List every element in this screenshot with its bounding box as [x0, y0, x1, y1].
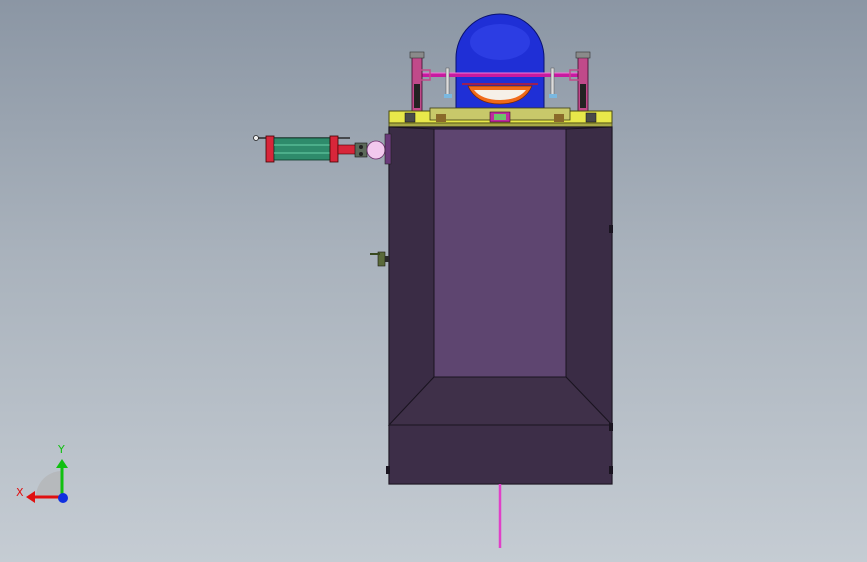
cylinder-ball-joint[interactable] [366, 140, 386, 160]
right-side-tab-upper [609, 225, 613, 233]
axis-x-label: X [16, 486, 24, 499]
right-post-dark-band [580, 84, 586, 108]
clevis-bolt-top [359, 145, 363, 149]
left-fitting [436, 114, 446, 122]
left-rod-cap [444, 94, 452, 98]
left-post-dark-band [414, 84, 420, 108]
cylinder-barrel[interactable] [273, 137, 331, 161]
side-valve[interactable] [370, 251, 389, 267]
right-corner-bolt [585, 112, 597, 123]
top-plate-assembly[interactable] [388, 107, 613, 129]
right-post-cap [575, 51, 591, 59]
right-rod-cap [549, 94, 557, 98]
right-fitting [554, 114, 564, 122]
tank-right-wall [565, 126, 613, 427]
cylinder-wall-bracket [384, 133, 392, 165]
left-inner-rod [445, 67, 450, 97]
right-side-tab-bottom [609, 466, 613, 474]
triad-plane-indicator [36, 471, 62, 497]
dome-highlight [470, 24, 530, 60]
cylinder-rear-cap[interactable] [265, 135, 275, 163]
axis-y-label: Y [58, 443, 65, 456]
tank-body[interactable] [386, 126, 614, 485]
tank-left-wall [388, 126, 435, 427]
y-axis-arrowhead [56, 459, 68, 468]
left-corner-bolt [404, 112, 416, 123]
z-axis-dot [58, 493, 68, 503]
clevis-bolt-bottom [359, 152, 363, 156]
center-fitting-green [494, 114, 506, 120]
cylinder-piston-rod [337, 144, 357, 155]
cylinder-front-cap[interactable] [329, 135, 339, 163]
tank-inner-floor[interactable] [433, 128, 567, 378]
dome-assembly[interactable] [455, 13, 545, 119]
left-post-cap [409, 51, 425, 59]
side-cylinder-assembly[interactable] [253, 133, 392, 165]
x-axis-arrowhead [26, 491, 35, 503]
axis-triad[interactable] [26, 459, 68, 503]
valve-connector [385, 256, 389, 262]
right-side-tab-lower [609, 423, 613, 431]
right-inner-rod [550, 67, 555, 97]
left-side-tab-lower [386, 466, 390, 474]
tank-bottom-panel [388, 424, 613, 485]
cad-model-view[interactable] [0, 0, 867, 562]
cylinder-mount-eye [253, 135, 259, 141]
cad-graphics-viewport[interactable]: X Y [0, 0, 867, 562]
